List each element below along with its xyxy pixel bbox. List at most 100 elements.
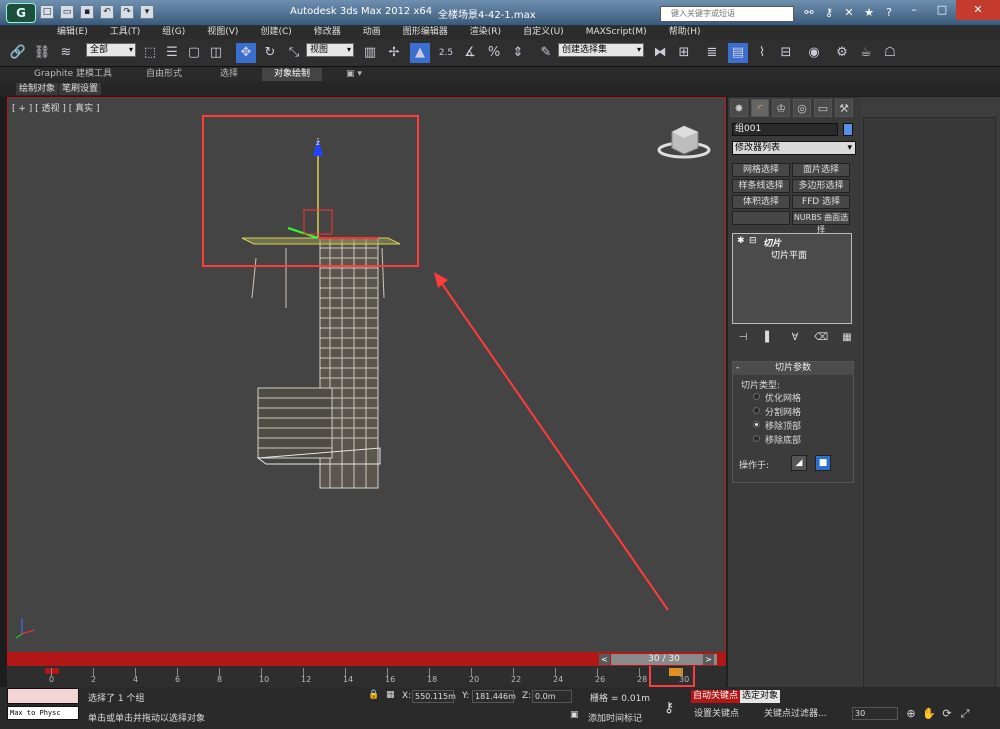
align-icon[interactable]: ⊞ xyxy=(674,43,694,63)
rect-selection-icon[interactable]: ▢ xyxy=(184,43,204,63)
pin-stack-icon[interactable]: ⊣ xyxy=(736,331,750,345)
layer-manager-icon[interactable]: ≣ xyxy=(702,43,722,63)
set-key-button[interactable]: 设置关键点 xyxy=(692,708,741,721)
menu-item-4[interactable]: 创建(C) xyxy=(249,26,302,39)
edit-named-sel-icon[interactable]: ✎ xyxy=(536,43,556,63)
vol-select-button[interactable]: 体积选择 xyxy=(732,195,790,209)
link-icon[interactable]: 🔗 xyxy=(8,43,28,63)
help-icon[interactable]: ? xyxy=(882,6,896,20)
zoom-icon[interactable]: ⊕ xyxy=(904,707,918,721)
brush-settings-button[interactable]: 笔刷设置 xyxy=(59,83,102,95)
material-editor-icon[interactable]: ◉ xyxy=(804,43,824,63)
project-folder-icon[interactable]: ▾ xyxy=(140,5,154,19)
undo-icon[interactable]: ↶ xyxy=(100,5,114,19)
ref-coord-dropdown[interactable]: 视图 xyxy=(306,43,354,57)
render-production-icon[interactable]: ☖ xyxy=(880,43,900,63)
track-bar[interactable]: 0 2 4 6 8 10 12 14 16 18 20 22 24 26 28 30 xyxy=(7,666,726,687)
stack-sub-slice-plane[interactable]: 切片平面 xyxy=(771,248,807,261)
menu-item-9[interactable]: 自定义(U) xyxy=(512,26,575,39)
z-coord-field[interactable]: 0.0m xyxy=(532,690,572,703)
radio-remove-bottom[interactable] xyxy=(753,435,760,442)
time-slider-thumb[interactable]: 30 / 30 xyxy=(611,654,717,665)
pan-icon[interactable]: ✋ xyxy=(922,707,936,721)
modifier-list-dropdown[interactable]: 修改器列表 xyxy=(732,141,856,155)
rendered-frame-icon[interactable]: ☕ xyxy=(856,43,876,63)
search-input[interactable]: 键入关键字或短语 xyxy=(660,6,794,22)
menu-item-6[interactable]: 动画 xyxy=(352,26,392,39)
orbit-icon[interactable]: ⟳ xyxy=(940,707,954,721)
radio-refine-mesh[interactable] xyxy=(753,393,760,400)
select-object-icon[interactable]: ⬚ xyxy=(140,43,160,63)
bind-spacewarp-icon[interactable]: ≋ xyxy=(56,43,76,63)
menu-item-11[interactable]: 帮助(H) xyxy=(658,26,712,39)
modify-tab-icon[interactable]: ◜ xyxy=(751,99,769,117)
key-filters-button[interactable]: 关键点过滤器... xyxy=(762,708,829,721)
redo-icon[interactable]: ↷ xyxy=(120,5,134,19)
radio-split-mesh[interactable] xyxy=(753,407,760,414)
configure-sets-icon[interactable]: ▦ xyxy=(840,331,854,345)
absolute-mode-icon[interactable]: ▦ xyxy=(386,690,395,700)
radio-remove-top[interactable] xyxy=(753,421,760,428)
menu-item-3[interactable]: 视图(V) xyxy=(196,26,249,39)
keyboard-shortcut-icon[interactable]: ▲ xyxy=(410,43,430,63)
nurbs-select-button[interactable]: NURBS 曲面选择 xyxy=(792,211,850,234)
show-end-result-icon[interactable]: ▌ xyxy=(762,331,776,345)
selection-filter-dropdown[interactable]: 全部 xyxy=(86,43,136,57)
building-model[interactable] xyxy=(251,237,385,489)
graphite-toggle-icon[interactable]: ▤ xyxy=(728,43,748,63)
new-file-icon[interactable]: □ xyxy=(40,5,54,19)
minimize-icon[interactable]: – xyxy=(900,0,928,20)
hierarchy-tab-icon[interactable]: ♔ xyxy=(772,99,790,117)
maximize-icon[interactable]: □ xyxy=(928,0,956,20)
unlink-icon[interactable]: ⛓ xyxy=(32,43,52,63)
percent-snap-icon[interactable]: % xyxy=(484,43,504,63)
tab-selection[interactable]: 选择 xyxy=(220,68,238,81)
snap-toggle-icon[interactable]: 2.5 xyxy=(436,43,456,63)
menu-item-8[interactable]: 渲染(R) xyxy=(459,26,512,39)
exchange-icon[interactable]: ✕ xyxy=(842,6,856,20)
open-file-icon[interactable]: ▭ xyxy=(60,5,74,19)
mirror-icon[interactable]: ⧓ xyxy=(650,43,670,63)
add-time-tag[interactable]: 添加时间标记 xyxy=(588,711,642,724)
next-frame-icon[interactable]: > xyxy=(703,654,714,665)
schematic-view-icon[interactable]: ⊟ xyxy=(776,43,796,63)
window-crossing-icon[interactable]: ◫ xyxy=(206,43,226,63)
spline-select-button[interactable]: 样条线选择 xyxy=(732,179,790,193)
star-icon[interactable]: ★ xyxy=(862,6,876,20)
perspective-viewport[interactable]: [ + ] [ 透视 ] [ 真实 ] z xyxy=(7,97,726,653)
close-icon[interactable]: ✕ xyxy=(956,0,1000,20)
bulb-icon[interactable]: ✱ xyxy=(737,236,745,246)
x-coord-field[interactable]: 550.115m xyxy=(412,690,456,703)
ribbon-options-icon[interactable]: ▣ ▾ xyxy=(346,68,362,81)
remove-modifier-icon[interactable]: ⌫ xyxy=(814,331,828,345)
rollout-header[interactable]: - 切片参数 xyxy=(733,362,853,375)
time-tag-icon[interactable]: ▣ xyxy=(570,710,579,720)
auto-key-button[interactable]: 自动关键点 xyxy=(691,690,741,703)
ffd-select-button[interactable]: FFD 选择 xyxy=(792,195,850,209)
y-coord-field[interactable]: 181.446m xyxy=(472,690,516,703)
menu-item-5[interactable]: 修改器 xyxy=(303,26,352,39)
tab-graphite[interactable]: Graphite 建模工具 xyxy=(34,68,112,81)
binoculars-icon[interactable]: ⚯ xyxy=(802,6,816,20)
menu-item-2[interactable]: 组(G) xyxy=(151,26,196,39)
maxscript-mini[interactable]: Max to Physc xyxy=(7,706,79,720)
time-slider[interactable]: < 30 / 30 > xyxy=(7,653,726,666)
menu-item-7[interactable]: 图形编辑器 xyxy=(392,26,459,39)
operate-on-face-button[interactable]: ◢ xyxy=(791,455,807,471)
tab-object-paint[interactable]: 对象绘制 xyxy=(262,68,323,81)
select-by-name-icon[interactable]: ☰ xyxy=(162,43,182,63)
menu-item-0[interactable]: 编辑(E) xyxy=(46,26,99,39)
app-menu-button[interactable]: G xyxy=(6,3,36,23)
render-setup-icon[interactable]: ⚙ xyxy=(832,43,852,63)
expand-icon[interactable]: ⊟ xyxy=(749,236,757,246)
save-icon[interactable]: ▪ xyxy=(80,5,94,19)
angle-snap-icon[interactable]: ∡ xyxy=(460,43,480,63)
spinner-snap-icon[interactable]: ⇕ xyxy=(508,43,528,63)
move-icon[interactable]: ✥ xyxy=(236,43,256,63)
tab-freeform[interactable]: 自由形式 xyxy=(146,68,182,81)
slice-plane-gizmo[interactable] xyxy=(241,138,401,245)
mesh-select-button[interactable]: 网格选择 xyxy=(732,163,790,177)
menu-item-10[interactable]: MAXScript(M) xyxy=(575,26,658,39)
named-selection-dropdown[interactable]: 创建选择集 xyxy=(558,43,644,57)
lock-icon[interactable]: 🔒 xyxy=(368,690,379,700)
